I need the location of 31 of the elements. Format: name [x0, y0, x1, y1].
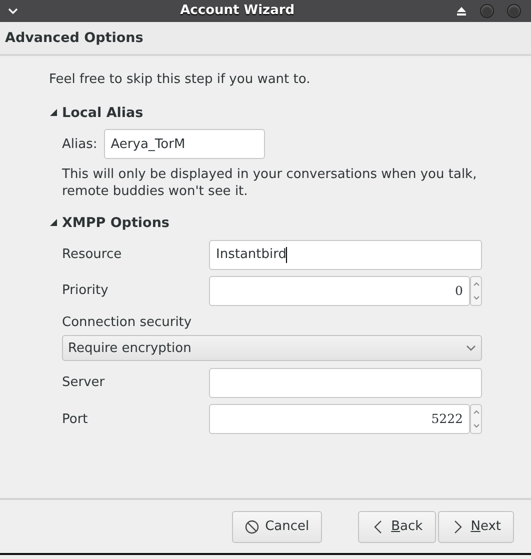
field-label: Connection security	[62, 314, 192, 330]
number-field[interactable]: 5222	[209, 404, 470, 434]
field-label: Resource	[62, 246, 122, 262]
chevron-down-icon[interactable]	[6, 7, 18, 15]
section-heading: Local Alias	[62, 104, 144, 122]
back-button[interactable]: Back	[358, 510, 436, 542]
expanded-triangle-icon[interactable]	[49, 218, 58, 228]
number-field[interactable]: 0	[209, 276, 470, 306]
window-title: Account Wizard	[179, 2, 296, 20]
intro-text: Feel free to skip this step if you want to.	[49, 71, 312, 89]
cancel-icon	[245, 520, 260, 534]
spin-buttons[interactable]	[470, 276, 482, 306]
field-label: Priority	[62, 283, 108, 298]
expanded-triangle-icon[interactable]	[49, 108, 58, 118]
minimize-button[interactable]	[480, 4, 494, 18]
cancel-button[interactable]: Cancel	[232, 510, 322, 542]
dropdown[interactable]: Require encryption	[62, 335, 482, 362]
section-heading: XMPP Options	[62, 214, 170, 233]
input-field[interactable]: Aerya_TorM	[104, 129, 265, 160]
field-label: Alias:	[62, 136, 98, 154]
field-label: Port	[62, 412, 88, 426]
input-field[interactable]	[209, 368, 482, 398]
maximize-button[interactable]	[507, 4, 522, 18]
input-field[interactable]: Instantbird	[209, 240, 482, 270]
eject-icon[interactable]	[456, 6, 468, 16]
page-title: Advanced Options	[0, 22, 531, 56]
spin-buttons[interactable]	[470, 404, 482, 434]
next-button[interactable]: Next	[438, 510, 514, 542]
chevron-down-icon	[466, 345, 476, 352]
help-text: This will only be displayed in your conversations when you talk, remote buddies won't see it.	[62, 166, 478, 200]
field-label: Server	[62, 375, 105, 390]
